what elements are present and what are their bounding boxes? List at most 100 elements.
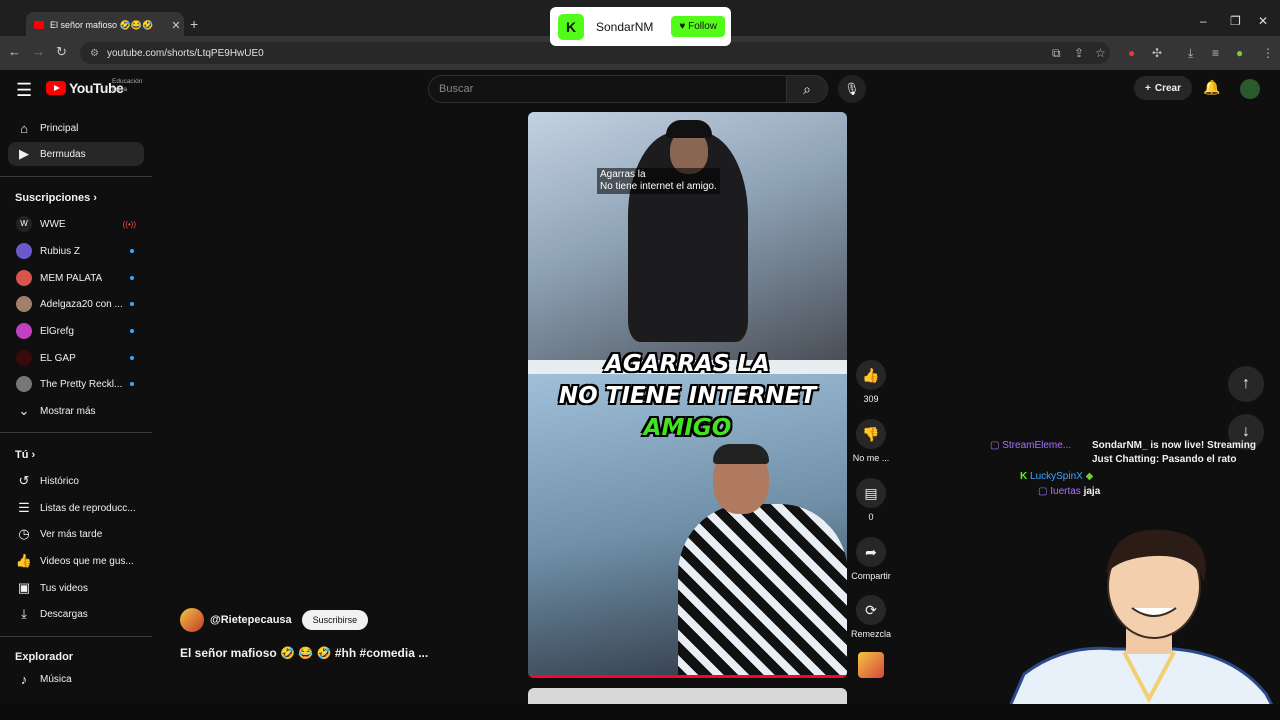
show-more-button[interactable]: ⌄ Mostrar más [8, 399, 144, 423]
tab-close-icon[interactable]: ✕ [168, 19, 184, 32]
home-icon: ⌂ [20, 120, 28, 136]
playlist-icon: ☰ [18, 500, 30, 515]
thumbs-up-icon: 👍 [856, 360, 886, 390]
subscription-item[interactable]: The Pretty Reckl... [8, 372, 144, 396]
comments-button[interactable]: ▤ 0 [852, 478, 890, 522]
subscriptions-header[interactable]: Suscripciones › [15, 192, 97, 204]
install-icon[interactable]: ⇪ [1074, 46, 1084, 60]
subscription-item[interactable]: ElGrefg [8, 319, 144, 343]
media-icon[interactable]: ≡ [1212, 46, 1219, 60]
downloads-icon[interactable]: ⤓ [1188, 46, 1193, 61]
url-text: youtube.com/shorts/LtqPE9HwUE0 [106, 47, 264, 59]
chat-message: Just Chatting: Pasando el rato [1092, 454, 1237, 465]
translate-icon[interactable]: ⧉ [1052, 46, 1061, 61]
channel-avatar [16, 270, 32, 286]
notifications-bell-icon[interactable]: 🔔 [1203, 79, 1220, 96]
site-info-icon[interactable]: ⚙ [90, 48, 99, 59]
twitch-icon: ▢ [1038, 486, 1048, 497]
sidebar-label: Ver más tarde [40, 528, 103, 540]
browser-tab[interactable]: El señor mafioso 🤣😂🤣 ✕ [26, 12, 184, 38]
sidebar-label: Música [40, 673, 72, 685]
guide-menu-icon[interactable]: ☰ [16, 80, 32, 101]
channel-name: WWE [40, 218, 66, 230]
chat-message: SondarNM_ is now live! Streaming [1092, 440, 1256, 451]
show-more-label: Mostrar más [40, 405, 96, 417]
history-icon: ↺ [18, 473, 30, 488]
back-icon[interactable]: ← [8, 44, 21, 59]
sidebar-label: Histórico [40, 475, 79, 487]
maximize-icon[interactable]: ❐ [1230, 14, 1241, 28]
streamer-avatar-illustration [1004, 529, 1280, 720]
channel-avatar [16, 296, 32, 312]
audio-source-thumbnail[interactable] [858, 652, 884, 678]
shorts-video-player[interactable]: Agarras la No tiene internet el amigo. A… [528, 112, 847, 678]
channel-handle[interactable]: @Rietepecausa [210, 614, 292, 626]
like-button[interactable]: 👍 309 [852, 360, 890, 404]
account-avatar[interactable] [1240, 79, 1260, 99]
search-placeholder: Buscar [439, 83, 474, 95]
sidebar-item-liked[interactable]: 👍 Videos que me gus... [8, 549, 144, 573]
profile-icon[interactable]: ● [1236, 46, 1243, 60]
sidebar-item-playlists[interactable]: ☰ Listas de reproducc... [8, 496, 144, 520]
comment-count: 0 [868, 512, 874, 522]
video-burned-caption: AGARRAS LA NO TIENE INTERNET AMIGO [528, 348, 847, 444]
sidebar-divider [0, 176, 152, 177]
subscription-item[interactable]: MEM PALATA [8, 266, 144, 290]
sidebar-item-your-videos[interactable]: ▣ Tus videos [8, 576, 144, 600]
chat-user: Iuertas [1050, 486, 1081, 497]
channel-name: Rubius Z [40, 245, 81, 257]
sidebar-divider [0, 636, 152, 637]
create-button[interactable]: + Crear [1134, 76, 1192, 100]
menu-dots-icon[interactable]: ⋮ [1262, 46, 1274, 60]
subscribe-button[interactable]: Suscribirse [301, 610, 369, 630]
forward-icon[interactable]: → [32, 44, 45, 59]
sidebar-item-downloads[interactable]: ⤓ Descargas [8, 602, 144, 626]
create-label: Crear [1154, 82, 1181, 94]
new-content-dot [130, 249, 134, 253]
share-label: Compartir [851, 571, 891, 581]
ublock-icon[interactable]: ● [1128, 46, 1135, 60]
sidebar-item-principal[interactable]: ⌂ Principal [8, 116, 144, 140]
sidebar-item-music[interactable]: ♪ Música [8, 667, 144, 691]
extensions-icon[interactable]: ✣ [1152, 46, 1162, 60]
channel-name: EL GAP [40, 352, 76, 364]
shorts-icon: ▶ [19, 146, 29, 161]
search-icon[interactable]: ⌕ [786, 75, 828, 103]
remix-button[interactable]: ⟳ Remezcla [848, 595, 894, 639]
kick-icon: K [1020, 471, 1028, 482]
subscription-item[interactable]: Adelgaza20 con ... [8, 292, 144, 316]
you-header[interactable]: Tú › [15, 449, 35, 461]
bookmark-star-icon[interactable]: ☆ [1095, 46, 1106, 60]
dislike-button[interactable]: 👎 No me ... [852, 419, 890, 463]
sidebar-item-shorts[interactable]: ▶ Bermudas [8, 142, 144, 166]
close-window-icon[interactable]: ✕ [1258, 14, 1268, 28]
sidebar-item-history[interactable]: ↺ Histórico [8, 469, 144, 493]
taskbar-strip [0, 704, 1280, 720]
new-tab-icon[interactable]: + [190, 16, 198, 32]
new-content-dot [130, 382, 134, 386]
subscription-item[interactable]: EL GAP [8, 346, 144, 370]
sidebar-label: Listas de reproducc... [40, 502, 136, 514]
subscription-item[interactable]: Rubius Z [8, 239, 144, 263]
chevron-down-icon: ⌄ [18, 403, 30, 418]
sidebar-item-watch-later[interactable]: ◷ Ver más tarde [8, 522, 144, 546]
subtitle-line-2: No tiene internet el amigo. [600, 181, 717, 192]
share-button[interactable]: ➦ Compartir [848, 537, 894, 581]
like-icon: 👍 [15, 553, 33, 568]
microphone-icon[interactable]: 🎙 [838, 75, 866, 103]
channel-avatar[interactable] [180, 608, 204, 632]
youtube-play-icon [46, 81, 66, 95]
sidebar-label: Descargas [40, 608, 88, 620]
subscription-item[interactable]: W WWE ((•)) [8, 212, 144, 236]
clock-icon: ◷ [18, 526, 30, 541]
minimize-icon[interactable]: – [1200, 14, 1207, 28]
twitch-icon: ▢ [990, 440, 1000, 451]
video-progress-bar[interactable] [528, 675, 847, 678]
previous-short-arrow-up-icon[interactable]: ↑ [1228, 366, 1264, 402]
dislike-label: No me ... [852, 453, 890, 463]
search-input[interactable]: Buscar [428, 75, 788, 103]
reload-icon[interactable]: ↻ [56, 44, 67, 60]
subtitle-line-1: Agarras la [600, 169, 646, 180]
logo-sub-1: Educación [112, 78, 143, 85]
video-title[interactable]: El señor mafioso 🤣 😂 🤣 #hh #comedia ... [180, 646, 428, 660]
